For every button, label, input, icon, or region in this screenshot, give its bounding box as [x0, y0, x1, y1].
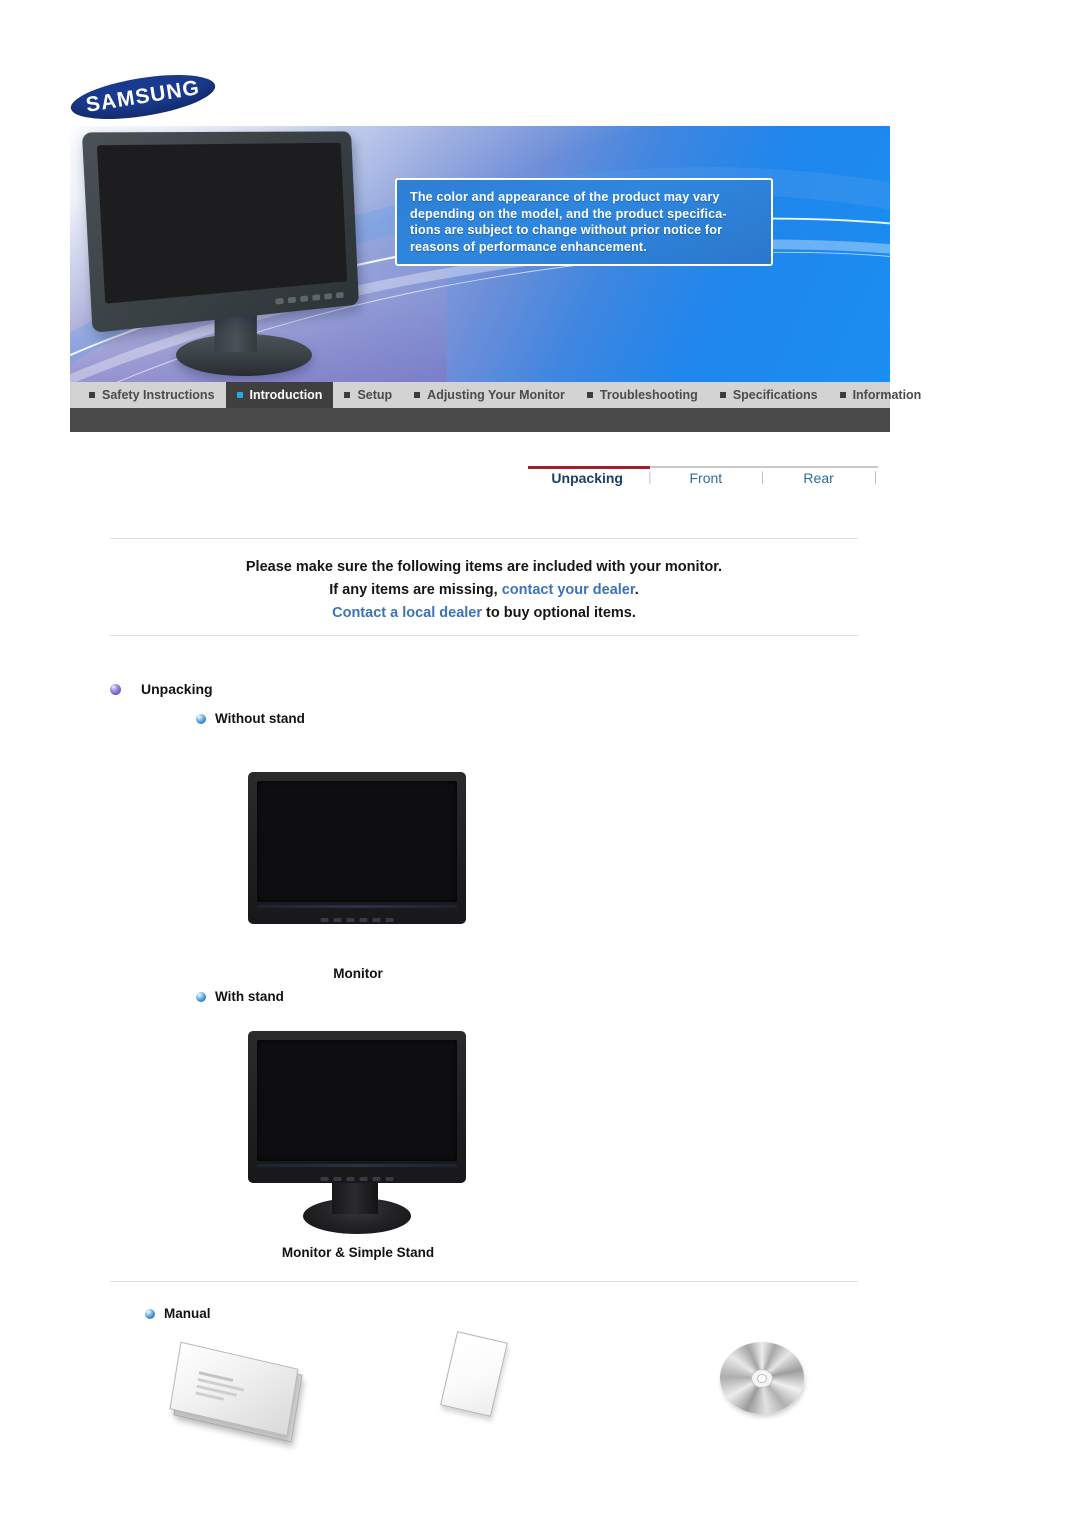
monitor-without-stand-image: [248, 772, 466, 924]
nav-tab-label: Safety Instructions: [102, 388, 215, 402]
subnav-separator: ⏐: [872, 470, 879, 485]
nav-tab-safety-instructions[interactable]: Safety Instructions: [78, 382, 226, 408]
bullet-square-icon: [236, 392, 243, 398]
driver-cd-icon: [720, 1338, 804, 1422]
intro-message: Please make sure the following items are…: [110, 556, 858, 625]
nav-tab-label: Introduction: [249, 388, 323, 402]
subnav-item-unpacking[interactable]: Unpacking: [528, 470, 646, 486]
content-divider-bottom: [110, 1281, 858, 1282]
intro-line-3: Contact a local dealer to buy optional i…: [110, 602, 858, 625]
monitor-bottom-strip: [257, 1164, 457, 1167]
manual-items-row: [110, 1331, 858, 1450]
content-divider-mid: [110, 635, 858, 636]
intro-line-2-prefix: If any items are missing,: [329, 582, 502, 598]
sub-navigation: Unpacking ⏐ Front ⏐ Rear ⏐: [528, 466, 879, 500]
subnav-active-underline: [528, 466, 650, 469]
nav-tab-label: Information: [852, 388, 922, 402]
subnav-item-rear[interactable]: Rear: [765, 470, 872, 486]
main-navigation-bar: Safety Instructions Introduction Setup A…: [70, 382, 921, 408]
nav-tab-information[interactable]: Information: [829, 382, 933, 408]
monitor-screen: [257, 781, 457, 902]
blue-bullet-icon: [145, 1308, 155, 1319]
nav-tab-label: Troubleshooting: [599, 388, 698, 402]
contact-local-dealer-link[interactable]: Contact a local dealer: [332, 605, 482, 621]
intro-line-2: If any items are missing, contact your d…: [110, 579, 858, 602]
monitor-bottom-strip: [257, 905, 457, 908]
hero-banner: The color and appearance of the product …: [70, 126, 890, 382]
hero-monitor-body: [81, 131, 359, 333]
warranty-card-icon: [440, 1331, 526, 1432]
subsection-with-stand: With stand: [196, 989, 284, 1004]
nav-dark-bar: [70, 408, 890, 432]
monitor-control-buttons: [320, 1177, 394, 1181]
section-unpacking: Unpacking: [110, 681, 213, 697]
disclaimer-line-3: tions are subject to change without prio…: [410, 223, 723, 238]
cd-center-hole: [757, 1374, 767, 1383]
bullet-square-icon: [344, 392, 351, 398]
hero-monitor-buttons: [260, 291, 344, 308]
samsung-logo: SAMSUNG: [67, 66, 219, 128]
nav-tab-specifications[interactable]: Specifications: [709, 382, 829, 408]
disclaimer-line-4: reasons of performance enhancement.: [410, 239, 647, 254]
subsection-with-stand-label: With stand: [215, 989, 284, 1004]
bullet-square-icon: [89, 392, 95, 398]
intro-line-1: Please make sure the following items are…: [245, 559, 723, 575]
nav-tab-label: Specifications: [732, 388, 818, 402]
monitor-control-buttons: [320, 918, 394, 922]
intro-line-2-suffix: .: [634, 582, 639, 598]
nav-tab-troubleshooting[interactable]: Troubleshooting: [576, 382, 709, 408]
caption-monitor-and-simple-stand: Monitor & Simple Stand: [281, 1245, 435, 1260]
nav-tab-introduction[interactable]: Introduction: [225, 382, 334, 408]
blue-bullet-icon: [196, 991, 206, 1002]
contact-your-dealer-link[interactable]: contact your dealer: [502, 582, 635, 598]
nav-tab-adjusting-your-monitor[interactable]: Adjusting Your Monitor: [403, 382, 576, 408]
nav-tab-label: Setup: [357, 388, 393, 402]
violet-bullet-icon: [110, 683, 121, 695]
blue-bullet-icon: [196, 713, 206, 724]
monitor-with-stand-image: [248, 1031, 466, 1183]
monitor-stand-neck: [332, 1180, 378, 1214]
disclaimer-line-2: depending on the model, and the product …: [410, 206, 727, 221]
bullet-square-icon: [719, 392, 726, 398]
warranty-card-face: [440, 1331, 508, 1417]
quick-setup-guide-icon: [169, 1341, 303, 1443]
disclaimer-line-1: The color and appearance of the product …: [410, 190, 720, 204]
intro-line-3-suffix: to buy optional items.: [482, 605, 636, 621]
logo-text: SAMSUNG: [84, 76, 202, 117]
subnav-item-front[interactable]: Front: [652, 470, 759, 486]
bullet-square-icon: [839, 392, 846, 398]
section-unpacking-label: Unpacking: [141, 681, 213, 697]
bullet-square-icon: [586, 392, 593, 398]
nav-tab-label: Adjusting Your Monitor: [427, 388, 565, 402]
bullet-square-icon: [414, 392, 421, 398]
nav-tab-setup[interactable]: Setup: [333, 382, 403, 408]
caption-monitor: Monitor: [333, 966, 383, 981]
product-disclaimer-box: The color and appearance of the product …: [395, 178, 773, 266]
monitor-screen: [257, 1040, 457, 1161]
cd-disc-surface: [720, 1342, 804, 1414]
subsection-without-stand: Without stand: [196, 711, 305, 726]
hero-monitor-illustration: [81, 128, 384, 380]
subsection-manual-label: Manual: [164, 1306, 211, 1321]
subsection-manual: Manual: [145, 1306, 211, 1321]
hero-monitor-screen: [96, 142, 348, 304]
content-divider-top: [110, 538, 858, 539]
subsection-without-stand-label: Without stand: [215, 711, 305, 726]
